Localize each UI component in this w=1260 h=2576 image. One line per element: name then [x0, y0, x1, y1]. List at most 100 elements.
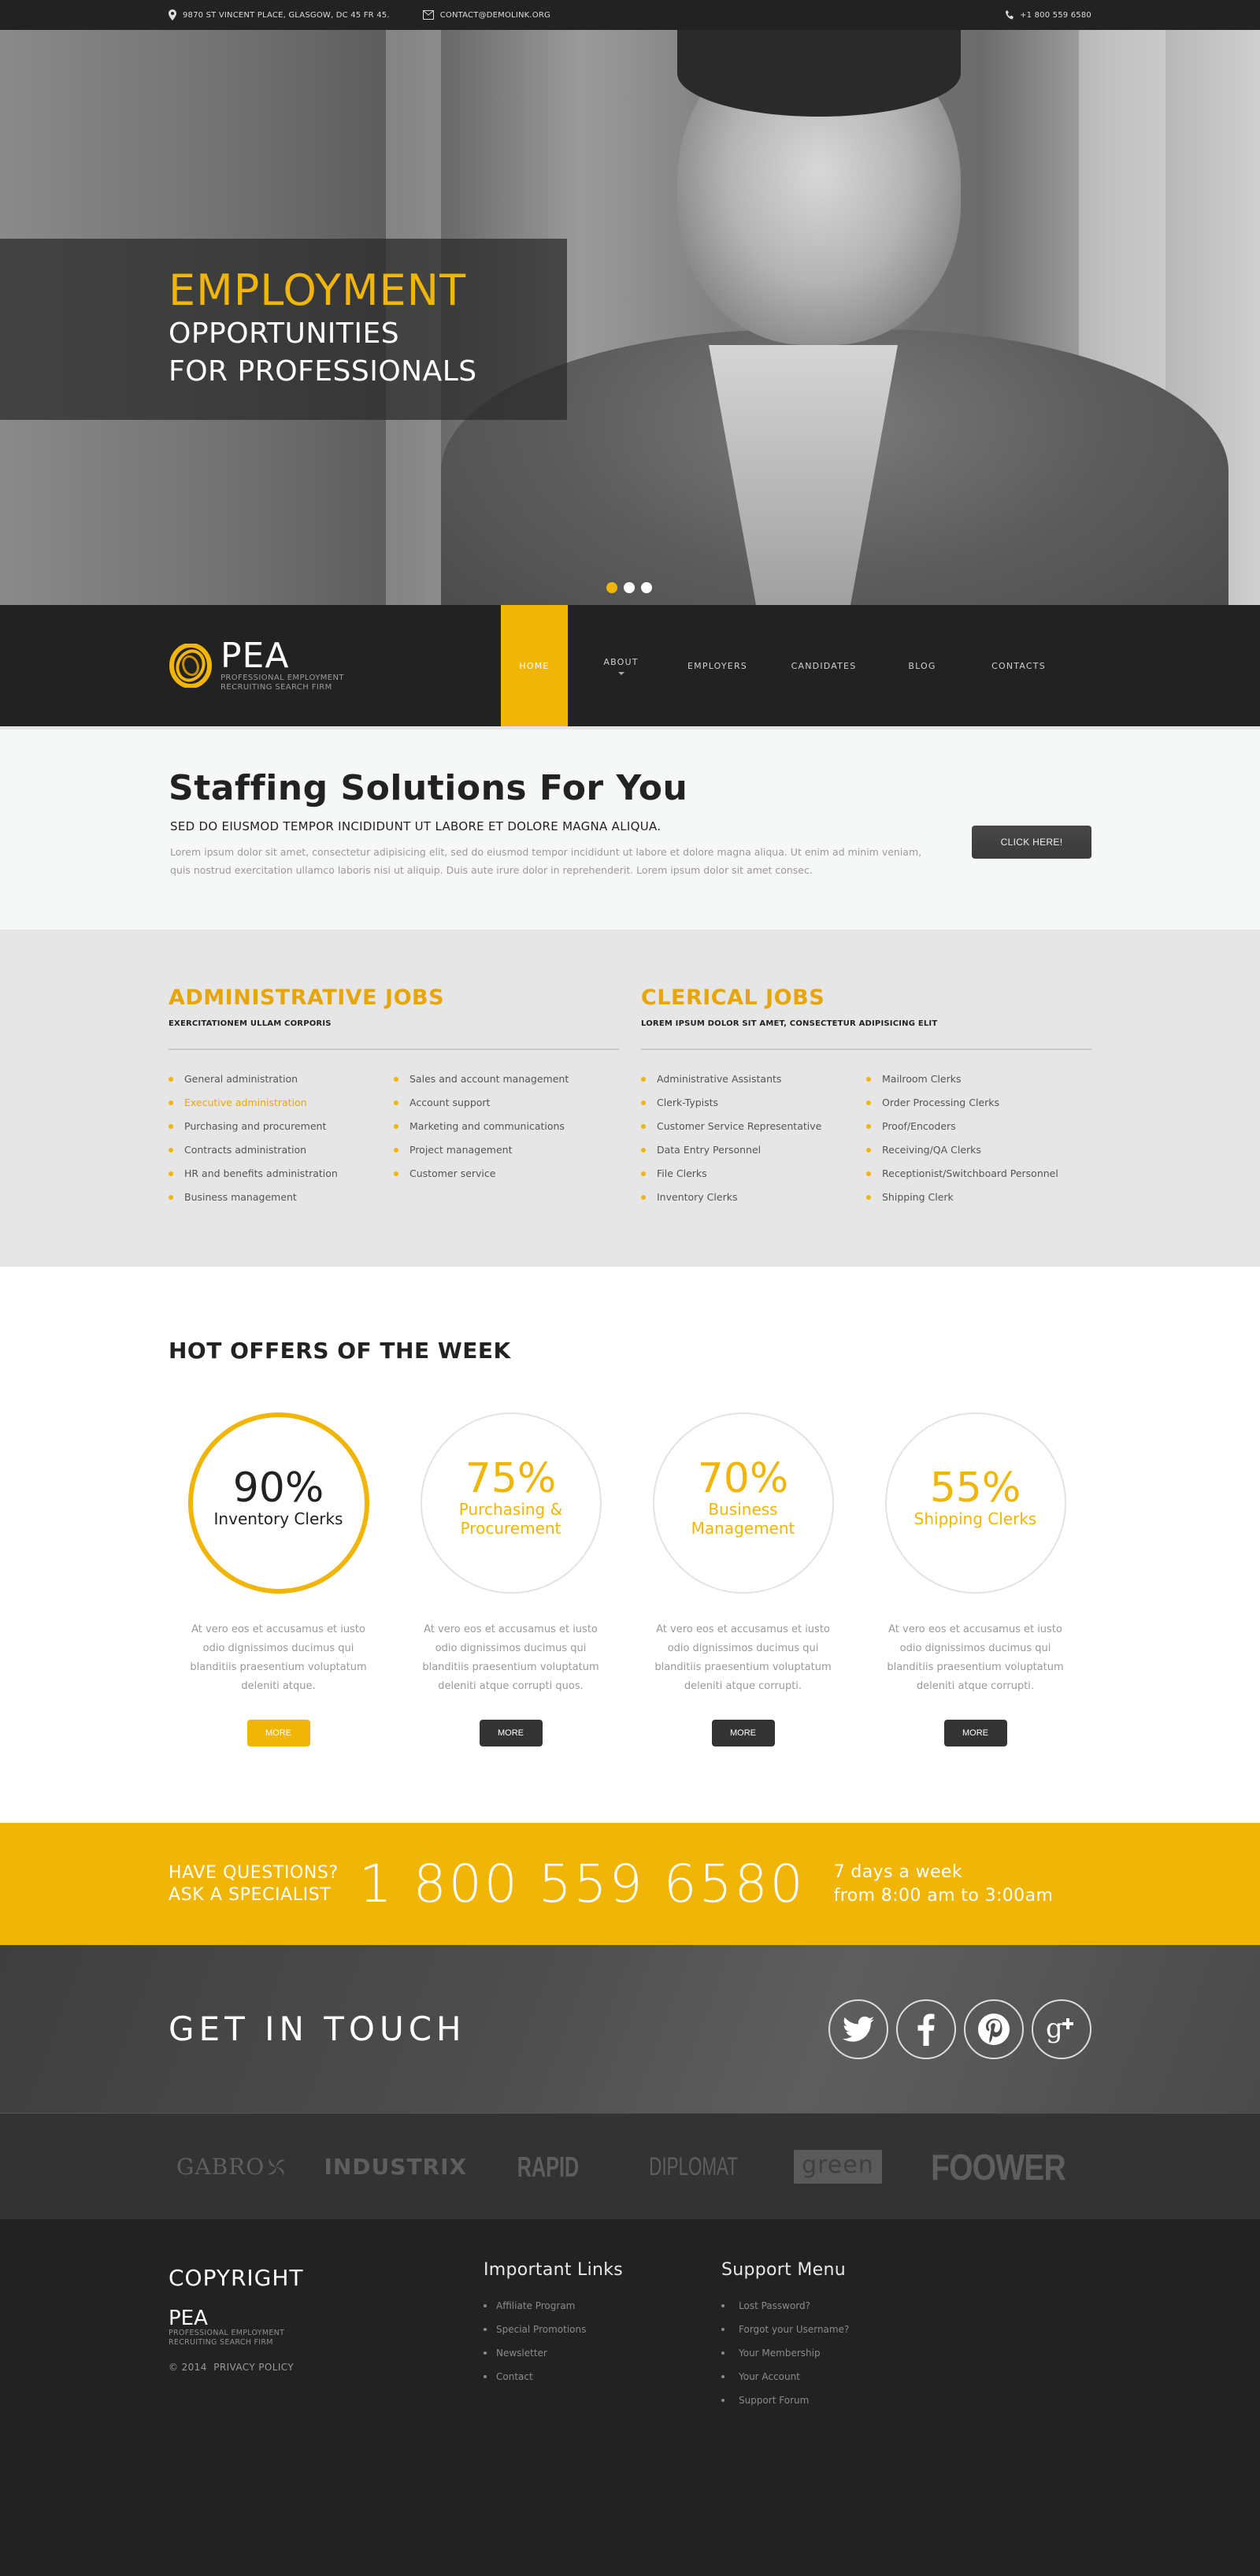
job-list-item-label: Account support: [410, 1097, 491, 1108]
job-list-item[interactable]: Marketing and communications: [394, 1115, 619, 1138]
job-list-item[interactable]: General administration: [169, 1067, 394, 1091]
footer-link[interactable]: Lost Password?: [721, 2294, 959, 2318]
more-button[interactable]: MORE: [711, 1720, 775, 1746]
job-list-item-label: Business management: [184, 1191, 297, 1203]
job-list-item[interactable]: Purchasing and procurement: [169, 1115, 394, 1138]
nav-about[interactable]: ABOUT: [568, 605, 674, 726]
facebook-button[interactable]: [896, 1999, 956, 2059]
job-list-item-label: HR and benefits administration: [184, 1167, 338, 1179]
job-list-item-label: Customer Service Representative: [657, 1120, 822, 1132]
bullet-icon: [169, 1124, 173, 1129]
partner-logo-industrix[interactable]: INDUSTRIX: [324, 2154, 467, 2180]
slider-dot-2[interactable]: [624, 582, 635, 593]
job-list-item[interactable]: Receptionist/Switchboard Personnel: [866, 1162, 1091, 1186]
job-list-item[interactable]: Data Entry Personnel: [641, 1138, 866, 1162]
job-list-item[interactable]: Proof/Encoders: [866, 1115, 1091, 1138]
footer-link-label: Support Forum: [739, 2395, 810, 2406]
slider-dot-3[interactable]: [641, 582, 652, 593]
bullet-icon: [484, 2351, 487, 2355]
important-links-title: Important Links: [484, 2260, 624, 2280]
footer-link[interactable]: Support Forum: [721, 2389, 959, 2412]
hero-title-highlight: EMPLOYMENT: [169, 265, 467, 315]
footer-link[interactable]: Special Promotions: [484, 2318, 721, 2341]
job-list-item[interactable]: Clerk-Typists: [641, 1091, 866, 1115]
nav-home[interactable]: HOME: [501, 605, 568, 726]
job-list-item[interactable]: Shipping Clerk: [866, 1186, 1091, 1209]
partner-logo-foower[interactable]: FOOWER: [931, 2146, 1066, 2188]
job-list-item[interactable]: Customer service: [394, 1162, 619, 1186]
partner-logo-green[interactable]: green: [794, 2150, 882, 2184]
job-list-item[interactable]: Account support: [394, 1091, 619, 1115]
job-list-item-label: Receptionist/Switchboard Personnel: [882, 1167, 1058, 1179]
twitter-icon: [843, 2016, 874, 2042]
copyright-title: COPYRIGHT: [169, 2265, 304, 2291]
call-phone-number[interactable]: 1 800 559 6580: [359, 1854, 806, 1914]
offer-circle[interactable]: 70% Business Management: [652, 1412, 834, 1594]
nav-candidates[interactable]: CANDIDATES: [761, 605, 887, 726]
footer-link[interactable]: Your Account: [721, 2365, 959, 2389]
bullet-icon: [866, 1101, 871, 1105]
job-list-item[interactable]: Administrative Assistants: [641, 1067, 866, 1091]
nav-contacts[interactable]: CONTACTS: [958, 605, 1080, 726]
support-menu: Support Menu Lost Password? Forgot your U…: [721, 2260, 959, 2412]
phone-info[interactable]: +1 800 559 6580: [1006, 10, 1091, 20]
job-list-item[interactable]: Sales and account management: [394, 1067, 619, 1091]
logo[interactable]: PEA PROFESSIONAL EMPLOYMENT RECRUITING S…: [169, 639, 344, 692]
bullet-icon: [866, 1195, 871, 1200]
bullet-icon: [866, 1148, 871, 1153]
more-button[interactable]: MORE: [479, 1720, 543, 1746]
footer-link-label: Forgot your Username?: [739, 2324, 850, 2335]
job-list-item[interactable]: Order Processing Clerks: [866, 1091, 1091, 1115]
pinterest-icon: [978, 2013, 1010, 2045]
footer-link[interactable]: Contact: [484, 2365, 721, 2389]
email-link[interactable]: CONTACT@DEMOLINK.ORG: [440, 11, 550, 20]
job-list-item[interactable]: Project management: [394, 1138, 619, 1162]
hero-slider: EMPLOYMENT OPPORTUNITIES FOR PROFESSIONA…: [0, 30, 1260, 605]
partner-logo-gabro[interactable]: GABRO: [176, 2154, 287, 2180]
email-info[interactable]: CONTACT@DEMOLINK.ORG: [422, 10, 550, 20]
job-list-item-label: Contracts administration: [184, 1144, 307, 1156]
partner-logo-diplomat[interactable]: DIPLOMAT: [649, 2152, 738, 2181]
staffing-subtitle: SED DO EIUSMOD TEMPOR INCIDIDUNT UT LABO…: [170, 819, 662, 833]
offer-circle[interactable]: 75% Purchasing & Procurement: [420, 1412, 602, 1594]
offer-description: At vero eos et accusamus et iusto odio d…: [654, 1624, 832, 1692]
call-hours: 7 days a week from 8:00 am to 3:00am: [834, 1861, 1054, 1908]
google-plus-button[interactable]: g: [1032, 1999, 1091, 2059]
footer-link[interactable]: Affiliate Program: [484, 2294, 721, 2318]
bullet-icon: [169, 1077, 173, 1082]
job-list-item[interactable]: File Clerks: [641, 1162, 866, 1186]
twitter-button[interactable]: [828, 1999, 888, 2059]
click-here-button[interactable]: CLICK HERE!: [972, 826, 1091, 859]
job-list: Administrative Assistants Clerk-Typists Cu…: [641, 1067, 866, 1209]
job-list-item[interactable]: Mailroom Clerks: [866, 1067, 1091, 1091]
job-list-item[interactable]: HR and benefits administration: [169, 1162, 394, 1186]
call-hours-line: from 8:00 am to 3:00am: [833, 1885, 1054, 1906]
privacy-policy-link[interactable]: PRIVACY POLICY: [213, 2362, 294, 2373]
svg-text:g: g: [1046, 2014, 1063, 2044]
footer: COPYRIGHT PEA PROFESSIONAL EMPLOYMENT RE…: [0, 2219, 1260, 2576]
job-list-item[interactable]: Executive administration: [169, 1091, 394, 1115]
job-list-item[interactable]: Inventory Clerks: [641, 1186, 866, 1209]
more-button[interactable]: MORE: [943, 1720, 1007, 1746]
more-button[interactable]: MORE: [246, 1720, 310, 1746]
main-header: PEA PROFESSIONAL EMPLOYMENT RECRUITING S…: [0, 605, 1260, 729]
footer-link[interactable]: Your Membership: [721, 2341, 959, 2365]
slider-dot-1[interactable]: [606, 582, 617, 593]
offer-circle[interactable]: 55% Shipping Clerks: [884, 1412, 1066, 1594]
job-list-item[interactable]: Receiving/QA Clerks: [866, 1138, 1091, 1162]
bullet-icon: [641, 1171, 646, 1176]
bullet-icon: [394, 1171, 398, 1176]
footer-link[interactable]: Newsletter: [484, 2341, 721, 2365]
phone-link[interactable]: +1 800 559 6580: [1020, 11, 1091, 20]
pinterest-button[interactable]: [964, 1999, 1024, 2059]
job-list-item[interactable]: Customer Service Representative: [641, 1115, 866, 1138]
partner-logo-rapid[interactable]: RAPID: [517, 2151, 579, 2184]
offer-circle[interactable]: 90% Inventory Clerks: [187, 1412, 369, 1594]
footer-link[interactable]: Forgot your Username?: [721, 2318, 959, 2341]
nav-employers[interactable]: EMPLOYERS: [674, 605, 761, 726]
job-list-item[interactable]: Business management: [169, 1186, 394, 1209]
offer-description: At vero eos et accusamus et iusto odio d…: [422, 1624, 599, 1692]
nav-blog[interactable]: BLOG: [887, 605, 958, 726]
job-list-item[interactable]: Contracts administration: [169, 1138, 394, 1162]
footer-brand-tagline: PROFESSIONAL EMPLOYMENT: [169, 2329, 285, 2337]
